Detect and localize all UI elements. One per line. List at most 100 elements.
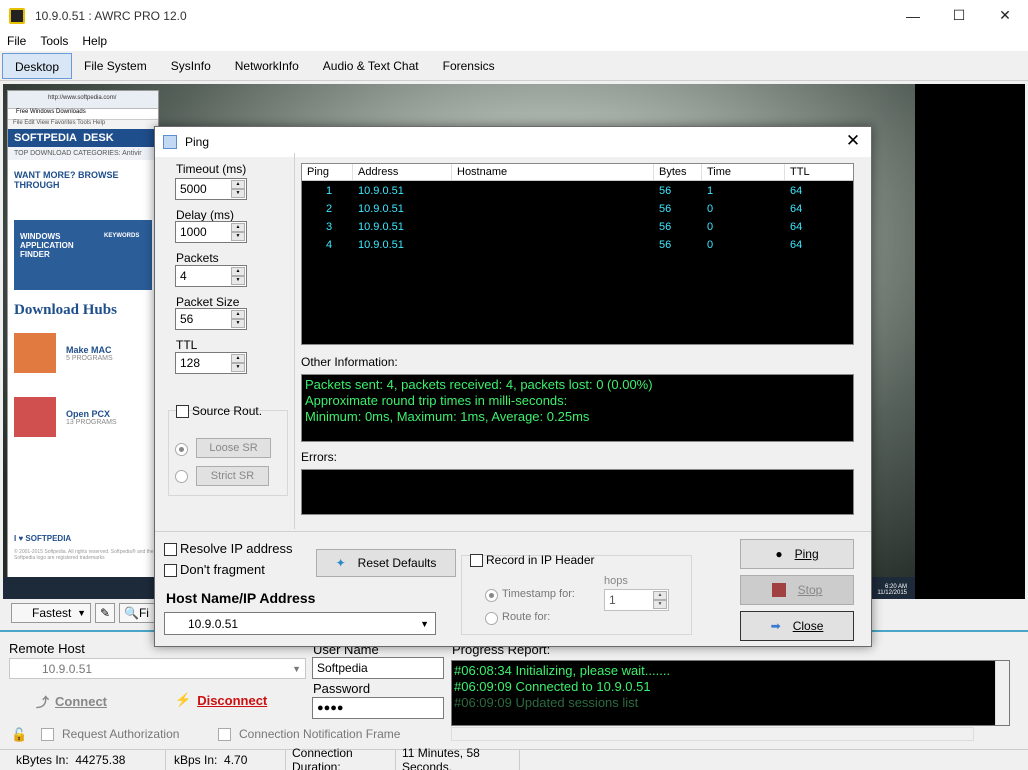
close-icon[interactable]: ✕ — [982, 0, 1028, 31]
window-title: 10.9.0.51 : AWRC PRO 12.0 — [35, 8, 187, 23]
stop-button[interactable]: Stop — [740, 575, 854, 605]
ping-results-table[interactable]: Ping Address Hostname Bytes Time TTL 1 10… — [301, 163, 854, 345]
close-button[interactable]: ➡ Close — [740, 611, 854, 641]
timestamp-radio[interactable] — [485, 589, 498, 602]
table-cell: 56 — [659, 203, 672, 215]
kbytes-in: kBytes In: 44275.38 — [0, 749, 166, 770]
menu-help[interactable]: Help — [75, 34, 114, 48]
dont-fragment-checkbox[interactable] — [164, 564, 177, 577]
remote-browser-address: http://www.softpedia.com/ — [8, 91, 158, 109]
remote-host-combo[interactable]: 10.9.0.51 ▼ — [9, 658, 306, 679]
table-cell — [452, 200, 654, 218]
chevron-down-icon: ▼ — [420, 618, 429, 629]
password-label: Password — [313, 681, 371, 696]
progress-scrollbar-vertical[interactable] — [995, 661, 1009, 725]
column-header[interactable]: TTL — [785, 164, 851, 180]
timeout-label: Timeout (ms) — [176, 162, 247, 176]
menu-bar: File Tools Help — [0, 31, 1028, 51]
lock-icon: 🔓 — [11, 727, 28, 742]
remote-empty-area — [915, 84, 1025, 599]
kbps-in: kBps In: 4.70 — [166, 749, 286, 770]
column-header[interactable]: Bytes — [654, 164, 702, 180]
table-header: Ping Address Hostname Bytes Time TTL — [302, 164, 853, 181]
tab-forensics[interactable]: Forensics — [431, 53, 507, 79]
delay-stepper[interactable]: 1000 ▲ ▼ — [175, 221, 247, 243]
dialog-horizontal-separator — [155, 531, 871, 532]
dont-fragment-label: Don't fragment — [180, 562, 265, 577]
progress-scrollbar-horizontal[interactable] — [451, 727, 974, 741]
dialog-vertical-separator — [294, 153, 295, 529]
main-tabs: Desktop File System SysInfo NetworkInfo … — [0, 51, 1028, 81]
loose-sr-radio[interactable] — [175, 443, 188, 456]
minimize-icon[interactable]: — — [890, 0, 936, 31]
password-input[interactable]: ●●●● — [312, 697, 444, 719]
app-finder-banner: WINDOWS APPLICATION FINDER KEYWORDS — [14, 220, 152, 290]
packets-stepper[interactable]: 4 ▲ ▼ — [175, 265, 247, 287]
reset-defaults-button[interactable]: ✦ Reset Defaults — [316, 549, 456, 577]
table-row[interactable]: 4 10.9.0.51 56 0 64 — [302, 236, 853, 254]
timeout-stepper[interactable]: 5000 ▲ ▼ — [175, 178, 247, 200]
table-cell — [452, 218, 654, 236]
table-cell: 1 — [707, 185, 714, 197]
title-bar: 10.9.0.51 : AWRC PRO 12.0 — ☐ ✕ — [0, 0, 1028, 31]
ttl-stepper[interactable]: 128 ▲ ▼ — [175, 352, 247, 374]
menu-file[interactable]: File — [0, 34, 33, 48]
disconnect-button[interactable]: ⚡ Disconnect — [175, 692, 267, 708]
table-cell: 64 — [790, 221, 803, 233]
tab-file-system[interactable]: File System — [72, 53, 159, 79]
route-radio[interactable] — [485, 612, 498, 625]
timestamp-label: Timestamp for: — [502, 588, 575, 600]
hops-label: hops — [604, 575, 628, 587]
ping-button[interactable]: ● Ping — [740, 539, 854, 569]
progress-report-log: #06:08:34 Initializing, please wait.....… — [451, 660, 1010, 726]
close-icon[interactable]: ✕ — [841, 131, 865, 151]
resolve-ip-checkbox[interactable] — [164, 543, 177, 556]
table-cell: 56 — [659, 239, 672, 251]
column-header[interactable]: Ping — [302, 164, 353, 180]
strict-sr-button[interactable]: Strict SR — [196, 466, 269, 486]
connection-notification-checkbox[interactable]: Connection Notification Frame — [218, 727, 400, 741]
quality-dropdown[interactable]: Fastest ▼ — [11, 602, 91, 623]
tab-sysinfo[interactable]: SysInfo — [159, 53, 223, 79]
column-header[interactable]: Hostname — [452, 164, 654, 180]
record-ip-header-checkbox[interactable] — [470, 554, 483, 567]
request-authorization-checkbox[interactable]: Request Authorization — [41, 727, 179, 741]
packet-size-label: Packet Size — [176, 295, 240, 309]
loose-sr-button[interactable]: Loose SR — [196, 438, 271, 458]
info-line: Minimum: 0ms, Maximum: 1ms, Average: 0.2… — [305, 409, 590, 424]
table-cell: 56 — [659, 185, 672, 197]
table-cell: 2 — [326, 203, 333, 215]
pointer-button[interactable]: ✎ — [95, 602, 115, 623]
tab-networkinfo[interactable]: NetworkInfo — [223, 53, 311, 79]
packet-size-stepper[interactable]: 56 ▲ ▼ — [175, 308, 247, 330]
tab-audio-text-chat[interactable]: Audio & Text Chat — [311, 53, 431, 79]
table-cell: 10.9.0.51 — [358, 221, 404, 233]
tab-desktop[interactable]: Desktop — [2, 52, 73, 79]
connection-duration: Connection Duration: — [286, 746, 396, 770]
ping-dialog: Ping ✕ Timeout (ms) 5000 ▲ ▼ Delay (ms) 10… — [154, 126, 872, 647]
username-input[interactable]: Softpedia — [312, 657, 444, 679]
menu-tools[interactable]: Tools — [33, 34, 75, 48]
table-cell: 3 — [326, 221, 333, 233]
table-cell: 10.9.0.51 — [358, 203, 404, 215]
record-ip-header-label: Record in IP Header — [486, 553, 595, 567]
maximize-icon[interactable]: ☐ — [936, 0, 982, 31]
table-row[interactable]: 1 10.9.0.51 56 1 64 — [302, 182, 853, 200]
resolve-ip-label: Resolve IP address — [180, 541, 293, 556]
connect-button[interactable]: ⤴ Connect — [36, 692, 107, 711]
hops-stepper[interactable]: 1 ▲ ▼ — [604, 589, 669, 611]
remote-browser-window: http://www.softpedia.com/ Free Windows D… — [7, 90, 159, 582]
fit-button[interactable]: 🔍 Fi — [119, 602, 155, 623]
source-route-checkbox[interactable] — [176, 405, 189, 418]
table-row[interactable]: 3 10.9.0.51 56 0 64 — [302, 218, 853, 236]
remote-browser-tab: Free Windows Downloads — [8, 109, 158, 120]
strict-sr-radio[interactable] — [175, 470, 188, 483]
table-row[interactable]: 2 10.9.0.51 56 0 64 — [302, 200, 853, 218]
connect-icon: ⤴ — [36, 695, 50, 710]
host-combo[interactable]: 10.9.0.51 ▼ — [164, 612, 436, 635]
column-header[interactable]: Address — [353, 164, 452, 180]
errors-label: Errors: — [301, 450, 337, 464]
column-header[interactable]: Time — [702, 164, 785, 180]
ttl-label: TTL — [176, 338, 198, 352]
wrench-icon — [14, 333, 56, 373]
